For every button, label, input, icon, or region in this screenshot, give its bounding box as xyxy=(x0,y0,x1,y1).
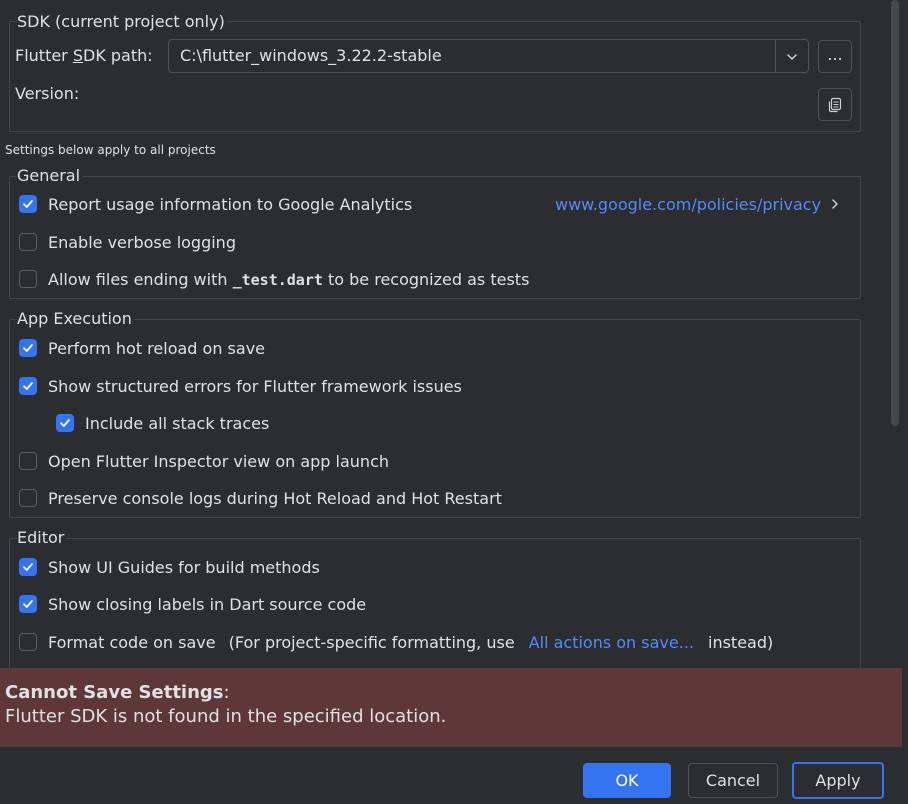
error-banner: Cannot Save Settings: Flutter SDK is not… xyxy=(0,668,902,747)
error-message: Flutter SDK is not found in the specifie… xyxy=(5,706,447,727)
format-on-save-option[interactable]: Format code on save (For project-specifi… xyxy=(19,630,773,654)
format-on-save-label: Format code on save xyxy=(48,632,216,652)
mnemonic: S xyxy=(72,46,83,65)
sdk-path-label: Flutter SDK path: xyxy=(15,46,153,65)
closing-labels-checkbox[interactable] xyxy=(19,595,37,613)
privacy-link[interactable]: www.google.com/policies/privacy xyxy=(555,192,840,216)
open-inspector-checkbox[interactable] xyxy=(19,452,37,470)
ui-guides-label: Show UI Guides for build methods xyxy=(48,557,320,577)
apply-button[interactable]: Apply xyxy=(792,762,884,799)
allow-test-files-checkbox[interactable] xyxy=(19,270,37,288)
ui-guides-option[interactable]: Show UI Guides for build methods xyxy=(19,555,320,579)
verbose-logging-option[interactable]: Enable verbose logging xyxy=(19,230,236,254)
ui-guides-checkbox[interactable] xyxy=(19,558,37,576)
structured-errors-option[interactable]: Show structured errors for Flutter frame… xyxy=(19,374,462,398)
stack-traces-option[interactable]: Include all stack traces xyxy=(56,411,269,435)
closing-labels-option[interactable]: Show closing labels in Dart source code xyxy=(19,592,366,616)
format-on-save-checkbox[interactable] xyxy=(19,633,37,651)
allow-test-files-label: Allow files ending with _test.dart to be… xyxy=(48,269,530,289)
closing-labels-label: Show closing labels in Dart source code xyxy=(48,594,367,614)
scrollbar-thumb[interactable] xyxy=(891,0,899,426)
report-usage-option[interactable]: Report usage information to Google Analy… xyxy=(19,192,412,216)
version-label: Version: xyxy=(15,84,80,103)
all-actions-on-save-link[interactable]: All actions on save... xyxy=(529,633,694,652)
structured-errors-checkbox[interactable] xyxy=(19,377,37,395)
general-legend: General xyxy=(17,166,83,186)
open-inspector-option[interactable]: Open Flutter Inspector view on app launc… xyxy=(19,449,389,473)
sdk-path-combobox[interactable]: C:\flutter_windows_3.22.2-stable xyxy=(168,39,809,73)
preserve-logs-option[interactable]: Preserve console logs during Hot Reload … xyxy=(19,486,502,510)
chevron-down-icon[interactable] xyxy=(783,48,801,66)
preserve-logs-label: Preserve console logs during Hot Reload … xyxy=(48,488,502,508)
copy-version-button[interactable] xyxy=(818,88,852,121)
sdk-path-value[interactable]: C:\flutter_windows_3.22.2-stable xyxy=(180,46,442,66)
cancel-button[interactable]: Cancel xyxy=(688,763,778,798)
sdk-group xyxy=(9,21,861,132)
error-title-line: Cannot Save Settings: xyxy=(5,682,230,703)
all-projects-note: Settings below apply to all projects xyxy=(5,143,216,157)
format-hint-post: instead) xyxy=(708,632,774,652)
open-inspector-label: Open Flutter Inspector view on app launc… xyxy=(48,451,389,471)
error-title: Cannot Save Settings xyxy=(5,682,224,703)
report-usage-label: Report usage information to Google Analy… xyxy=(48,194,413,214)
stack-traces-checkbox[interactable] xyxy=(56,414,74,432)
verbose-logging-label: Enable verbose logging xyxy=(48,232,236,252)
structured-errors-label: Show structured errors for Flutter frame… xyxy=(48,376,462,396)
format-hint-pre: (For project-specific formatting, use xyxy=(228,632,515,652)
test-dart-code: _test.dart xyxy=(232,270,323,289)
copy-icon xyxy=(827,97,843,113)
privacy-link-text[interactable]: www.google.com/policies/privacy xyxy=(555,195,821,214)
hot-reload-label: Perform hot reload on save xyxy=(48,338,265,358)
stack-traces-label: Include all stack traces xyxy=(85,413,270,433)
combobox-divider xyxy=(775,40,776,72)
sdk-legend: SDK (current project only) xyxy=(17,12,227,32)
editor-legend: Editor xyxy=(17,528,67,548)
allow-test-files-option[interactable]: Allow files ending with _test.dart to be… xyxy=(19,267,529,291)
preserve-logs-checkbox[interactable] xyxy=(19,489,37,507)
hot-reload-checkbox[interactable] xyxy=(19,339,37,357)
report-usage-checkbox[interactable] xyxy=(19,195,37,213)
browse-sdk-button[interactable]: ... xyxy=(818,40,852,73)
chevron-right-icon xyxy=(830,197,840,211)
hot-reload-option[interactable]: Perform hot reload on save xyxy=(19,336,265,360)
app-execution-legend: App Execution xyxy=(17,309,134,329)
ok-button[interactable]: OK xyxy=(583,763,671,798)
verbose-logging-checkbox[interactable] xyxy=(19,233,37,251)
